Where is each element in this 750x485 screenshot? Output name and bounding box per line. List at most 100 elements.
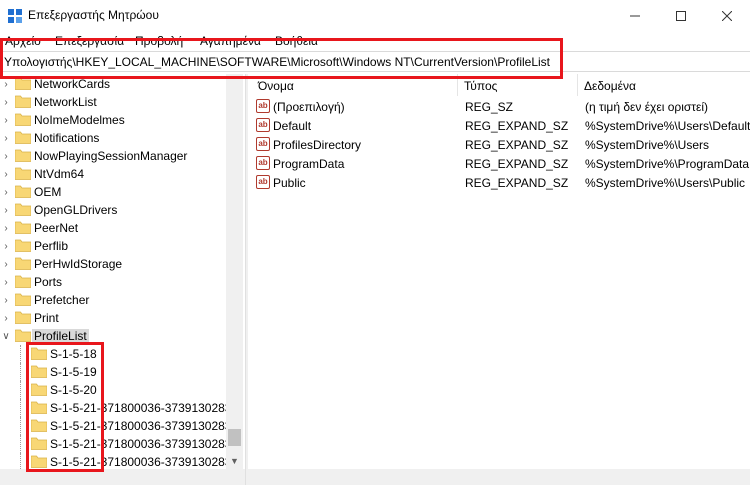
tree-item[interactable]: › NetworkCards [0, 75, 245, 93]
tree-item[interactable]: › Notifications [0, 129, 245, 147]
chevron-right-icon[interactable]: › [1, 237, 11, 255]
chevron-right-icon[interactable]: › [1, 273, 11, 291]
tree-item[interactable]: › NtVdm64 [0, 165, 245, 183]
folder-icon [15, 203, 31, 216]
column-header-name[interactable]: Όνομα [248, 74, 458, 96]
tree-child-item[interactable]: S-1-5-20 [0, 381, 245, 399]
value-type: REG_EXPAND_SZ [465, 157, 569, 171]
tree-item[interactable]: › Perflib [0, 237, 245, 255]
value-data: %SystemDrive%\ProgramData [585, 157, 750, 171]
chevron-right-icon[interactable]: › [1, 255, 11, 273]
tree-guide-line [20, 435, 21, 453]
tree-item-label: Ports [34, 275, 63, 289]
value-type: REG_EXPAND_SZ [465, 176, 569, 190]
tree-child-item[interactable]: S-1-5-21-371800036-3739130283-4 [0, 435, 245, 453]
tree-item-label: OEM [34, 185, 62, 199]
value-name: Default [273, 119, 312, 133]
tree-child-item[interactable]: S-1-5-19 [0, 363, 245, 381]
tree-item-label: S-1-5-21-371800036-3739130283-4 [50, 419, 243, 433]
value-name: ProfilesDirectory [273, 138, 362, 152]
scroll-down-button[interactable]: ▼ [226, 452, 243, 469]
menu-edit[interactable]: Επεξεργασία [55, 34, 124, 48]
chevron-right-icon[interactable]: › [1, 183, 11, 201]
tree-item-label: ProfileList [32, 329, 89, 343]
value-row[interactable]: ab ProgramData REG_EXPAND_SZ %SystemDrive%\… [248, 154, 750, 173]
value-row[interactable]: ab (Προεπιλογή) REG_SZ (η τιμή δεν έχει ορι… [248, 97, 750, 116]
value-row[interactable]: ab Default REG_EXPAND_SZ %SystemDrive%\User… [248, 116, 750, 135]
chevron-right-icon[interactable]: › [1, 129, 11, 147]
tree-item[interactable]: › PerHwIdStorage [0, 255, 245, 273]
chevron-right-icon[interactable]: › [1, 93, 11, 111]
tree-item-label: Print [34, 311, 59, 325]
tree-vertical-scrollbar[interactable]: ▼ [226, 74, 243, 469]
values-horizontal-scrollbar[interactable] [248, 469, 750, 485]
folder-icon [15, 239, 31, 252]
chevron-right-icon[interactable]: › [1, 147, 11, 165]
value-type: REG_SZ [465, 100, 514, 114]
tree-horizontal-scrollbar[interactable] [0, 469, 245, 485]
chevron-right-icon[interactable]: › [1, 201, 11, 219]
folder-icon [15, 77, 31, 90]
string-value-icon: ab [256, 137, 270, 151]
tree-item[interactable]: › NoImeModelmes [0, 111, 245, 129]
value-row[interactable]: ab ProfilesDirectory REG_EXPAND_SZ %SystemD… [248, 135, 750, 154]
tree-item[interactable]: › NetworkList [0, 93, 245, 111]
menu-favorites[interactable]: Αγαπημένα [200, 34, 261, 48]
chevron-down-icon[interactable]: ∨ [1, 327, 11, 345]
chevron-right-icon[interactable]: › [1, 75, 11, 93]
menu-help[interactable]: Βοήθεια [275, 34, 318, 48]
tree-item[interactable]: › OEM [0, 183, 245, 201]
tree-item[interactable]: › Prefetcher [0, 291, 245, 309]
tree-guide-line [20, 381, 21, 399]
tree-item-label: S-1-5-20 [50, 383, 97, 397]
chevron-right-icon[interactable]: › [1, 165, 11, 183]
tree-child-item[interactable]: S-1-5-21-371800036-3739130283-4 [0, 399, 245, 417]
value-row[interactable]: ab Public REG_EXPAND_SZ %SystemDrive%\Users… [248, 173, 750, 192]
menu-file[interactable]: Αρχείο [5, 34, 41, 48]
string-value-icon: ab [256, 118, 270, 132]
tree-child-item[interactable]: S-1-5-21-371800036-3739130283-4 [0, 417, 245, 435]
maximize-button[interactable] [658, 0, 704, 32]
tree-item[interactable]: › PeerNet [0, 219, 245, 237]
address-bar[interactable]: Υπολογιστής\HKEY_LOCAL_MACHINE\SOFTWARE\… [0, 51, 750, 72]
value-name: (Προεπιλογή) [273, 100, 345, 114]
column-header-type[interactable]: Τύπος [458, 74, 578, 96]
folder-icon [15, 113, 31, 126]
menu-view[interactable]: Προβολή [135, 34, 183, 48]
scroll-up-button[interactable] [226, 74, 243, 91]
tree-guide-line [20, 345, 21, 363]
close-button[interactable] [704, 0, 750, 32]
tree-scroll-thumb[interactable] [228, 429, 241, 446]
folder-icon [15, 329, 31, 342]
tree-item-label: S-1-5-21-371800036-3739130283-4 [50, 401, 243, 415]
chevron-down-icon: ▼ [230, 455, 239, 466]
tree-item-label: PerHwIdStorage [34, 257, 123, 271]
tree-item[interactable]: ∨ ProfileList [0, 327, 245, 345]
tree-item[interactable]: › NowPlayingSessionManager [0, 147, 245, 165]
folder-icon [15, 185, 31, 198]
values-list[interactable]: Όνομα Τύπος Δεδομένα ab (Προεπιλογή) REG_S… [248, 74, 750, 469]
folder-icon [31, 347, 47, 360]
tree-item-label: Notifications [34, 131, 100, 145]
chevron-right-icon[interactable]: › [1, 291, 11, 309]
value-type: REG_EXPAND_SZ [465, 138, 569, 152]
tree-guide-line [20, 417, 21, 435]
tree-child-item[interactable]: S-1-5-18 [0, 345, 245, 363]
address-path[interactable]: Υπολογιστής\HKEY_LOCAL_MACHINE\SOFTWARE\… [4, 55, 550, 69]
chevron-right-icon[interactable]: › [1, 219, 11, 237]
folder-icon [15, 95, 31, 108]
tree-item[interactable]: › OpenGLDrivers [0, 201, 245, 219]
minimize-button[interactable] [612, 0, 658, 32]
chevron-right-icon[interactable]: › [1, 111, 11, 129]
tree-item[interactable]: › Ports [0, 273, 245, 291]
tree-item-label: S-1-5-21-371800036-3739130283-4 [50, 437, 243, 451]
column-header-data[interactable]: Δεδομένα [578, 74, 750, 96]
tree-item-label: Perflib [34, 239, 69, 253]
maximize-icon [676, 11, 686, 21]
tree-child-item[interactable]: S-1-5-21-371800036-3739130283-4 [0, 453, 245, 469]
tree-guide-line [20, 399, 21, 417]
key-tree[interactable]: › NetworkCards › NetworkList › NoImeModelmes ›… [0, 74, 245, 469]
tree-item-label: NoImeModelmes [34, 113, 125, 127]
chevron-right-icon[interactable]: › [1, 309, 11, 327]
tree-item[interactable]: › Print [0, 309, 245, 327]
